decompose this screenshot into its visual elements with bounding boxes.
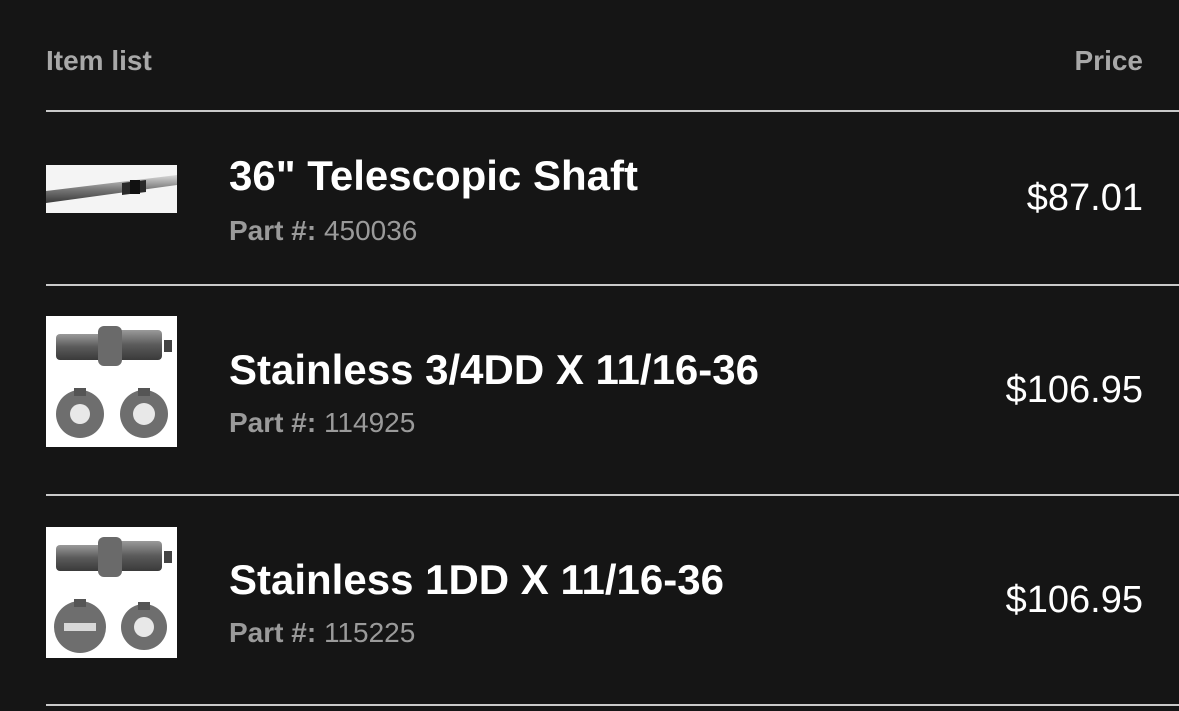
list-item[interactable]: Stainless 1DD X 11/16-36 Part #: 115225 … [46,496,1143,704]
list-item[interactable]: 36" Telescopic Shaft Part #: 450036 $87.… [46,112,1143,284]
list-item[interactable]: Stainless 3/4DD X 11/16-36 Part #: 11492… [46,286,1143,494]
divider [46,704,1179,706]
universal-joint-image[interactable] [46,527,177,658]
part-number: Part #: 114925 [229,407,415,439]
item-title[interactable]: Stainless 3/4DD X 11/16-36 [229,346,759,394]
part-value: 450036 [323,215,418,246]
part-number: Part #: 450036 [229,215,417,247]
universal-joint-image[interactable] [46,316,177,447]
item-list-page: Item list Price 36" Telescopic Shaft Par… [0,0,1179,711]
part-label: Part #: [229,215,317,246]
item-price: $106.95 [1005,369,1143,411]
price-heading: Price [1074,45,1144,76]
part-label: Part #: [229,617,317,648]
part-number: Part #: 115225 [229,617,415,649]
item-price: $87.01 [1026,177,1143,219]
list-header: Item list Price [46,0,1143,111]
telescopic-shaft-image[interactable] [46,165,177,213]
part-label: Part #: [229,407,317,438]
item-list-heading: Item list [46,45,152,76]
item-price: $106.95 [1005,579,1143,621]
item-title[interactable]: Stainless 1DD X 11/16-36 [229,556,724,604]
item-title[interactable]: 36" Telescopic Shaft [229,152,638,200]
part-value: 115225 [323,617,416,648]
part-value: 114925 [323,407,416,438]
